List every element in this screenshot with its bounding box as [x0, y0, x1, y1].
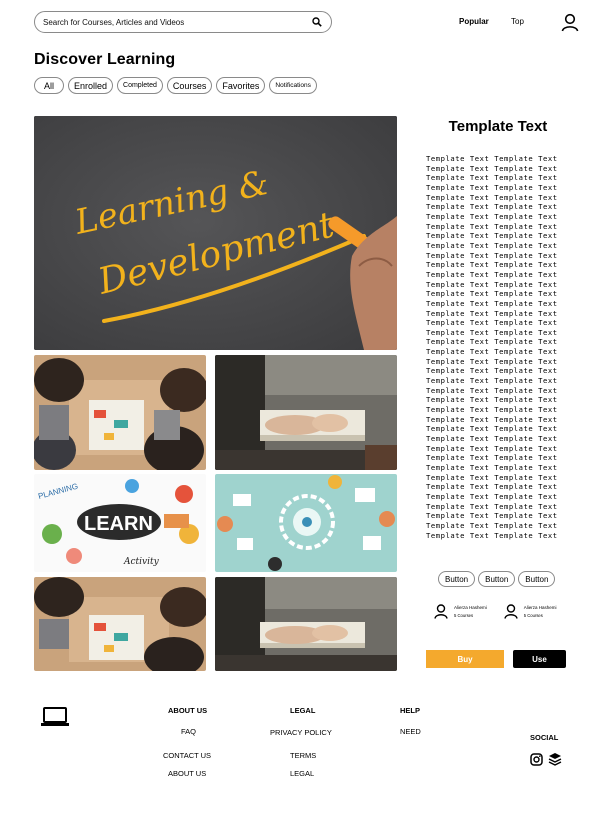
filter-enrolled[interactable]: Enrolled [68, 77, 114, 94]
footer-link-need[interactable]: NEED [400, 727, 421, 736]
author-name: Alierza Hashemi [454, 604, 487, 610]
footer-link-about[interactable]: ABOUT US [168, 769, 206, 778]
buy-button[interactable]: Buy [426, 650, 504, 668]
user-icon[interactable] [560, 12, 580, 32]
learn-collage-image[interactable]: LEARN PLANNING Activity [34, 474, 206, 572]
footer-link-faq[interactable]: FAQ [181, 727, 196, 736]
filter-all[interactable]: All [34, 77, 64, 94]
learn-word: LEARN [84, 513, 153, 535]
footer-heading-help: HELP [400, 706, 421, 715]
search-bar[interactable] [34, 11, 332, 33]
sidebar-title: Template Text [448, 118, 548, 135]
footer-link-privacy[interactable]: PRIVACY POLICY [270, 728, 332, 737]
author-list: Alierza Hashemi 5 Courses Alierza Hashem… [433, 603, 557, 619]
social-label: SOCIAL [530, 733, 559, 742]
footer-heading-legal: LEGAL [290, 706, 316, 715]
nav-top[interactable]: Top [511, 17, 524, 26]
author-icon [503, 603, 519, 619]
footer-heading-about: ABOUT US [168, 706, 208, 715]
use-button[interactable]: Use [513, 650, 566, 668]
page-title: Discover Learning [34, 51, 176, 68]
activity-word: Activity [123, 557, 160, 567]
author-name: Alierza Hashemi [523, 604, 557, 610]
search-input[interactable] [43, 17, 311, 27]
layers-icon[interactable] [548, 752, 562, 766]
reading-book-image-2[interactable] [215, 577, 397, 671]
author-icon [433, 603, 449, 619]
sidebar-button-2[interactable]: Button [478, 571, 516, 587]
sidebar-button-1[interactable]: Button [438, 571, 476, 587]
instagram-icon[interactable] [530, 753, 543, 766]
laptop-icon [40, 706, 70, 728]
author-card[interactable]: Alierza Hashemi 5 Courses [503, 603, 557, 619]
sidebar-buttons: Button Button Button [438, 571, 556, 587]
nav-popular[interactable]: Popular [459, 17, 489, 26]
team-meeting-image-2[interactable] [34, 577, 206, 671]
filter-chips: All Enrolled Completed Courses Favorites… [34, 77, 317, 94]
team-meeting-image[interactable] [34, 355, 206, 470]
filter-courses[interactable]: Courses [166, 77, 213, 94]
footer-link-legal[interactable]: LEGAL [290, 769, 314, 778]
filter-completed[interactable]: Completed [117, 77, 163, 94]
teamwork-infographic-image[interactable] [215, 474, 397, 572]
sidebar-body-text: Template Text Template Text Template Tex… [426, 154, 558, 540]
footer-link-contact[interactable]: CONTACT US [163, 751, 211, 760]
filter-favorites[interactable]: Favorites [216, 77, 266, 94]
author-card[interactable]: Alierza Hashemi 5 Courses [433, 603, 487, 619]
hero-image[interactable]: Learning & Development [34, 116, 397, 350]
footer-link-terms[interactable]: TERMS [290, 751, 316, 760]
sidebar-button-3[interactable]: Button [518, 571, 556, 587]
author-courses: 5 Courses [454, 612, 474, 618]
filter-notifications[interactable]: Notifications [269, 77, 317, 94]
reading-book-image[interactable] [215, 355, 397, 470]
search-icon[interactable] [311, 16, 323, 28]
author-courses: 5 Courses [523, 612, 543, 618]
